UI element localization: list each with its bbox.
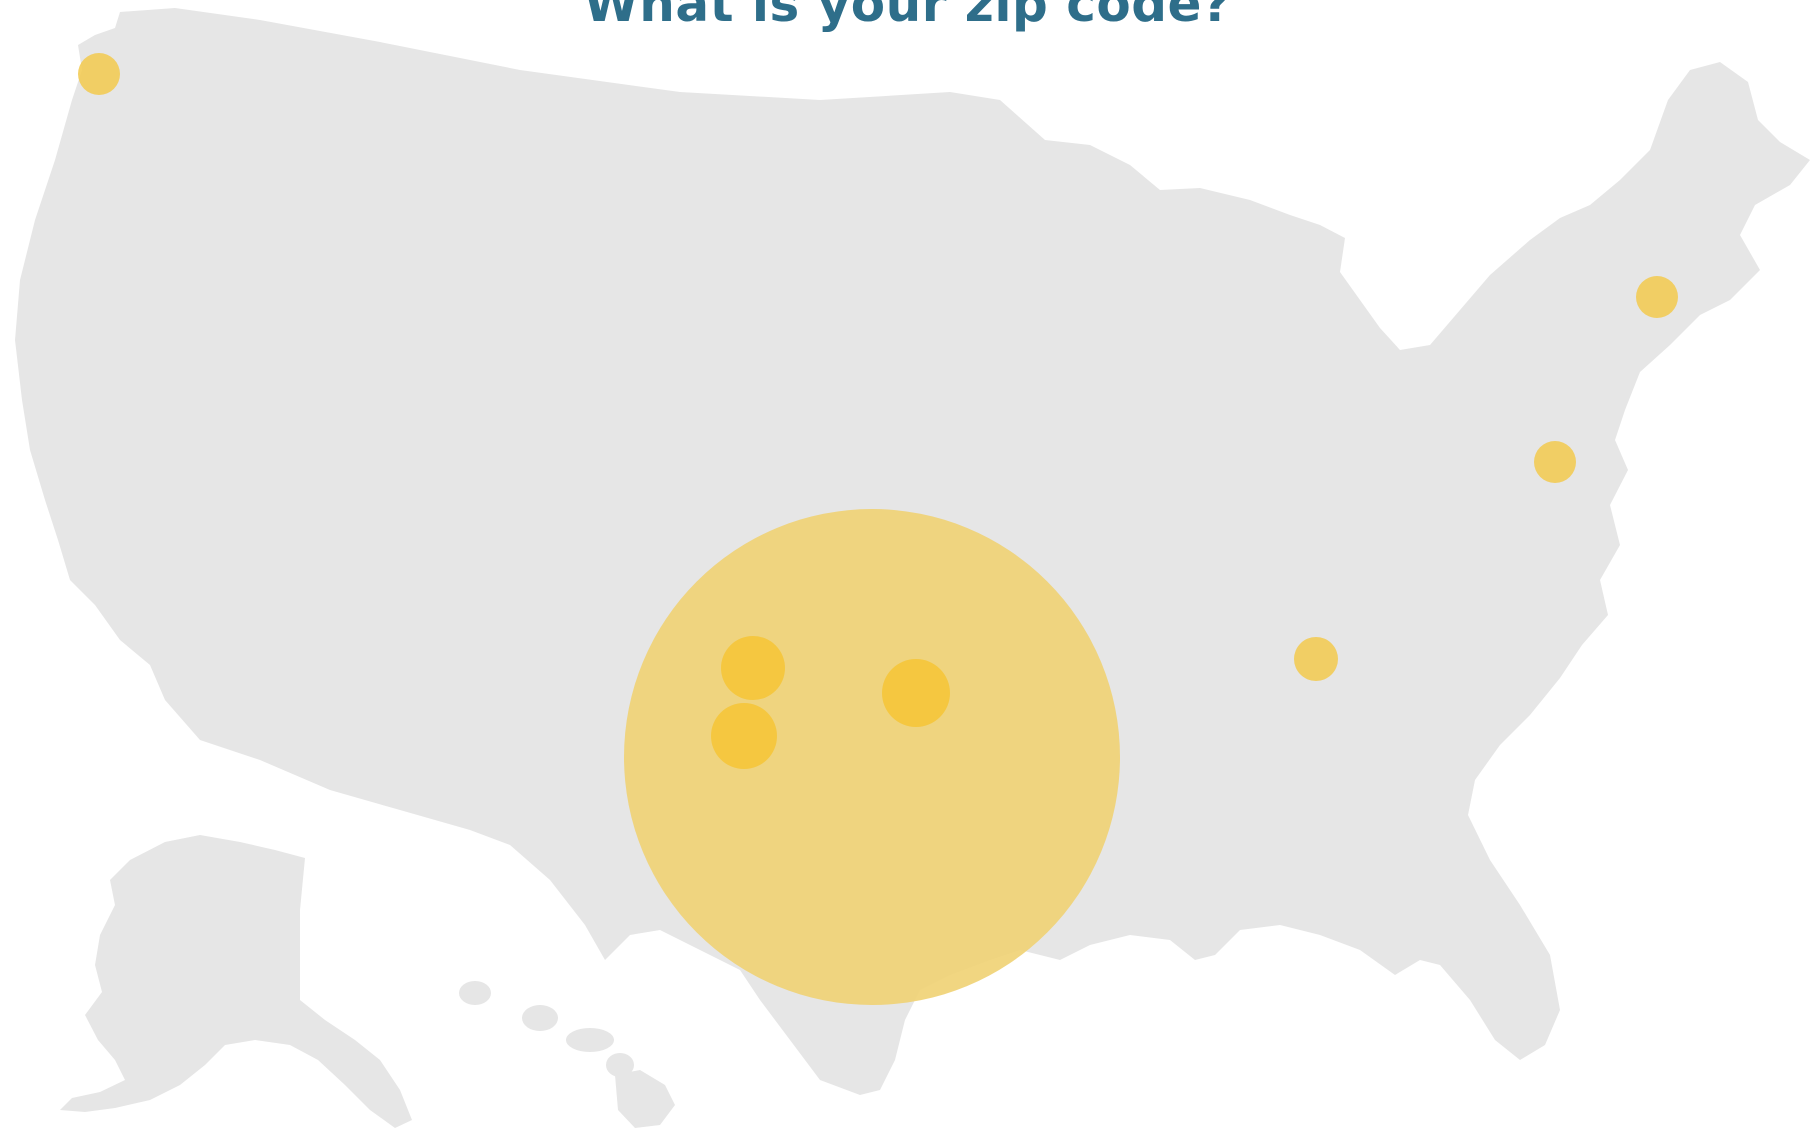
us-map[interactable] bbox=[0, 0, 1815, 1135]
marker-texas-east[interactable] bbox=[882, 659, 950, 727]
marker-mid-atlantic[interactable] bbox=[1534, 441, 1576, 483]
marker-texas-west-1[interactable] bbox=[721, 636, 785, 700]
marker-texas-west-2[interactable] bbox=[711, 703, 777, 769]
alaska-shape bbox=[60, 835, 412, 1128]
marker-seattle[interactable] bbox=[78, 53, 120, 95]
question-title: What is your zip code? bbox=[583, 0, 1232, 33]
marker-new-england[interactable] bbox=[1636, 276, 1678, 318]
hawaii-island-kauai bbox=[459, 981, 491, 1005]
hawaii-island-big bbox=[615, 1070, 675, 1128]
marker-tennessee[interactable] bbox=[1294, 637, 1338, 681]
hawaii-island-molokai bbox=[566, 1028, 614, 1052]
highlight-zone-texas[interactable] bbox=[624, 509, 1120, 1005]
hawaii-island-oahu bbox=[522, 1005, 558, 1031]
